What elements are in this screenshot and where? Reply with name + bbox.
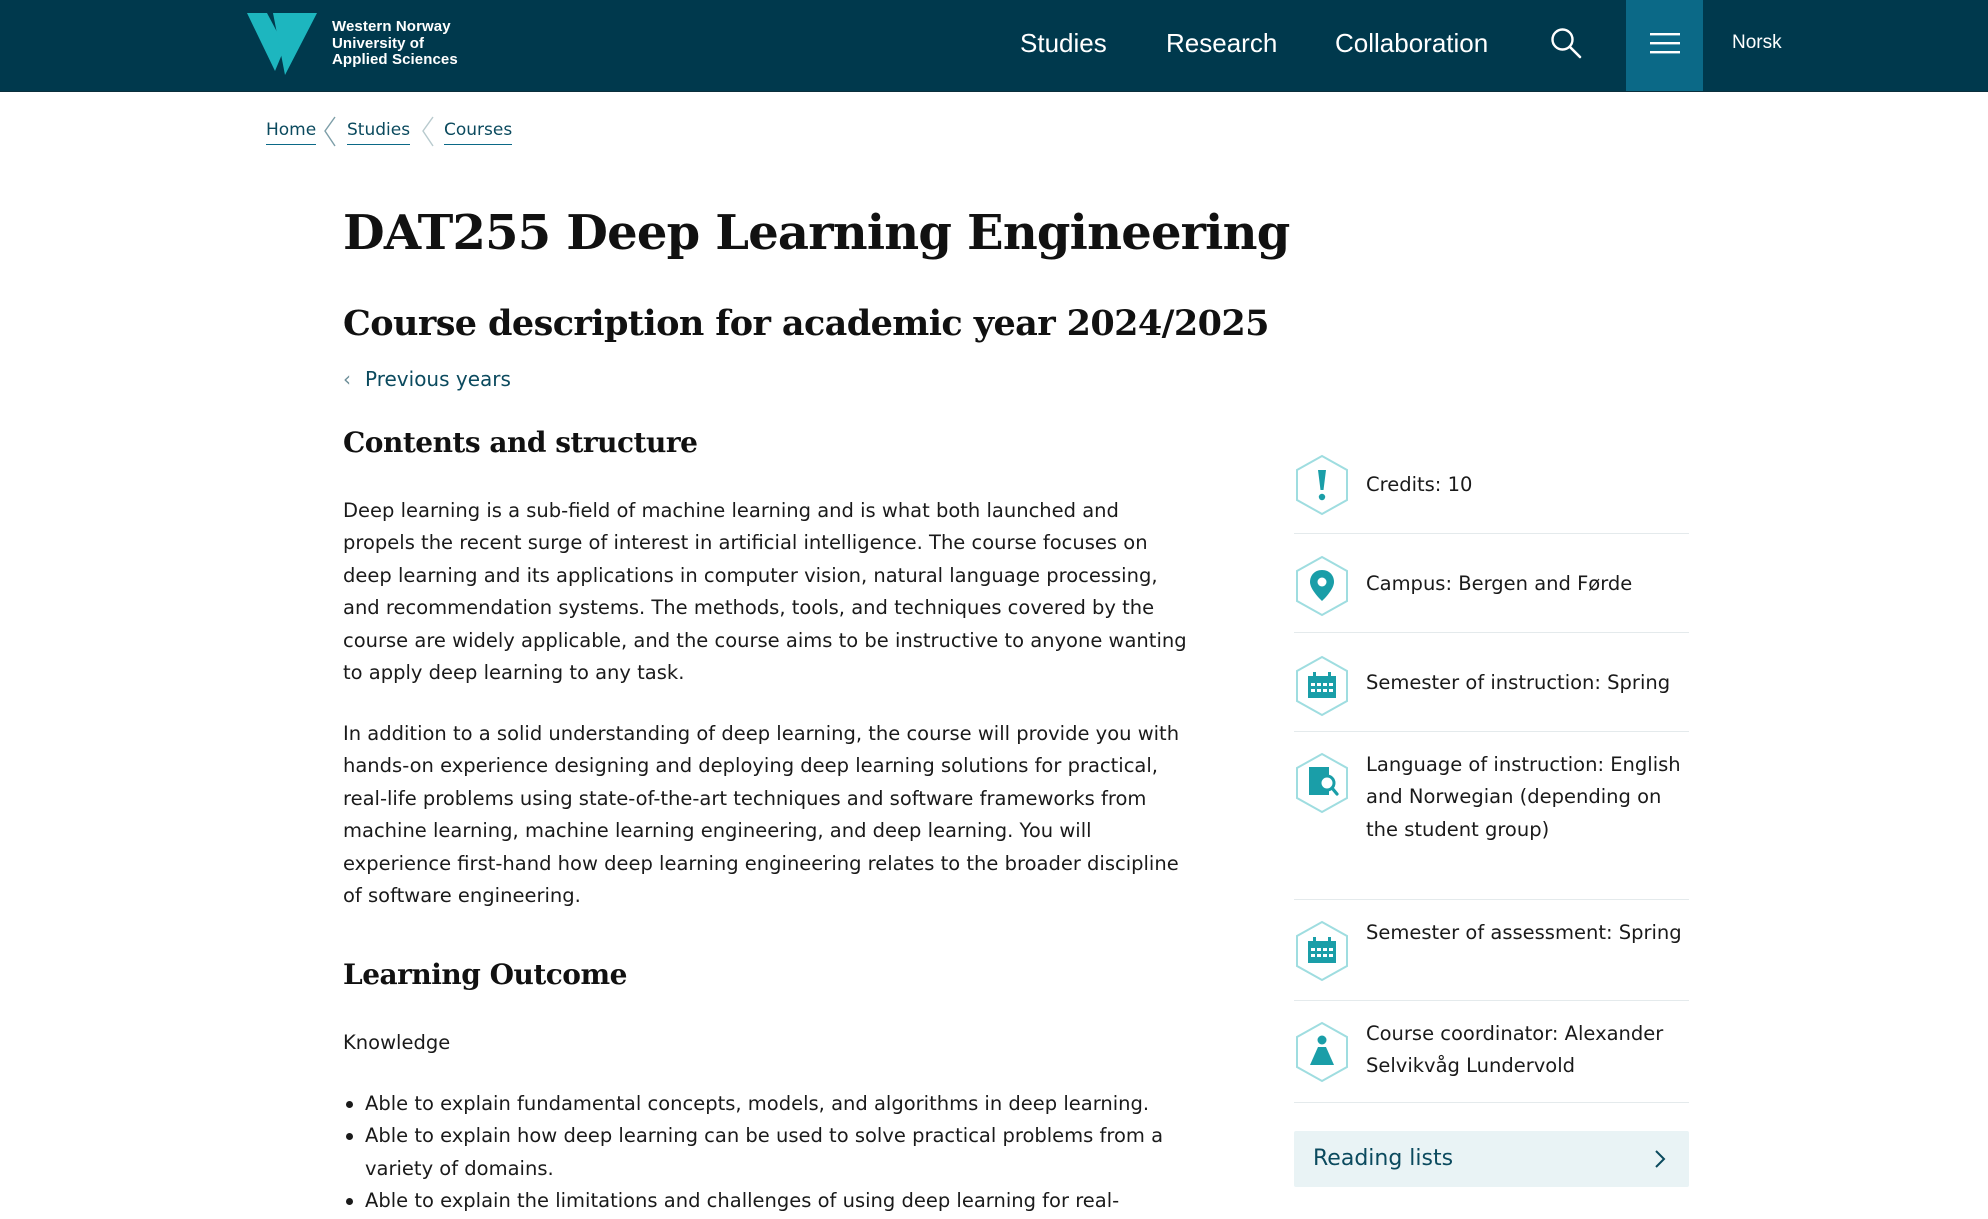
previous-years-link[interactable]: ‹ Previous years <box>343 366 511 392</box>
contents-paragraph: Deep learning is a sub-field of machine … <box>343 499 1187 685</box>
contents-heading: Contents and structure <box>343 426 698 459</box>
contents-paragraph: In addition to a solid understanding of … <box>343 722 1180 908</box>
breadcrumb-separator-icon <box>324 116 336 147</box>
fact-campus: Campus: Bergen and Førde <box>1294 533 1689 633</box>
nav-research[interactable]: Research <box>1166 26 1277 60</box>
site-header: Western Norway University of Applied Sci… <box>0 0 1988 92</box>
breadcrumb-home[interactable]: Home <box>266 119 317 145</box>
fact-text: Semester of assessment: Spring <box>1366 921 1682 944</box>
language-switch-link[interactable]: Norsk <box>1732 31 1782 55</box>
calendar-icon <box>1296 920 1348 982</box>
logo-line: University of <box>332 34 425 52</box>
fact-text: Credits: 10 <box>1366 473 1473 496</box>
fact-text: Course coordinator: Alexander Selvikvåg … <box>1366 1022 1664 1078</box>
list-item: Able to explain fundamental concepts, mo… <box>343 1088 1193 1120</box>
learning-outcome-list: Able to explain fundamental concepts, mo… <box>343 1088 1193 1218</box>
university-logo-icon[interactable] <box>247 13 317 75</box>
search-icon <box>1551 28 1582 59</box>
fact-semester-assessment: Semester of assessment: Spring <box>1294 899 1689 1001</box>
calendar-icon <box>1296 655 1348 717</box>
location-pin-icon <box>1296 555 1348 617</box>
fact-text: Campus: Bergen and Førde <box>1366 572 1633 595</box>
fact-language: Language of instruction: English and Nor… <box>1294 731 1689 900</box>
chevron-right-icon <box>1655 1150 1666 1168</box>
fact-course-coordinator: Course coordinator: Alexander Selvikvåg … <box>1294 1000 1689 1103</box>
list-item: Able to explain the limitations and chal… <box>343 1185 1193 1217</box>
fact-text: Language of instruction: English and Nor… <box>1366 753 1681 841</box>
fact-text: Semester of instruction: Spring <box>1366 671 1671 694</box>
list-item: Able to explain how deep learning can be… <box>343 1120 1193 1185</box>
menu-button[interactable] <box>1626 0 1703 91</box>
search-button[interactable] <box>1549 26 1583 60</box>
breadcrumb-studies[interactable]: Studies <box>347 119 411 145</box>
logo-line: Applied Sciences <box>332 51 458 68</box>
reading-lists-button[interactable]: Reading lists <box>1294 1131 1689 1187</box>
nav-studies[interactable]: Studies <box>1020 26 1107 60</box>
knowledge-label: Knowledge <box>343 1031 451 1054</box>
logo-line: Western Norway <box>332 18 451 35</box>
chevron-left-icon: ‹ <box>343 367 351 391</box>
nav-collaboration[interactable]: Collaboration <box>1335 26 1488 60</box>
breadcrumb-courses[interactable]: Courses <box>444 119 513 145</box>
page-title: DAT255 Deep Learning Engineering <box>343 205 1290 261</box>
reading-lists-label: Reading lists <box>1313 1146 1454 1171</box>
page-subtitle: Course description for academic year 202… <box>343 303 1269 344</box>
fact-credits: Credits: 10 <box>1294 449 1689 534</box>
university-name[interactable]: Western Norway University of Applied Sci… <box>332 18 458 69</box>
hamburger-menu-icon <box>1650 33 1680 54</box>
person-icon <box>1296 1021 1348 1083</box>
exclamation-icon <box>1296 454 1348 516</box>
fact-semester-instruction: Semester of instruction: Spring <box>1294 632 1689 732</box>
previous-years-label: Previous years <box>365 367 511 391</box>
learning-outcome-heading: Learning Outcome <box>343 958 627 991</box>
breadcrumb-separator-icon <box>422 116 434 147</box>
language-search-icon <box>1296 752 1348 814</box>
